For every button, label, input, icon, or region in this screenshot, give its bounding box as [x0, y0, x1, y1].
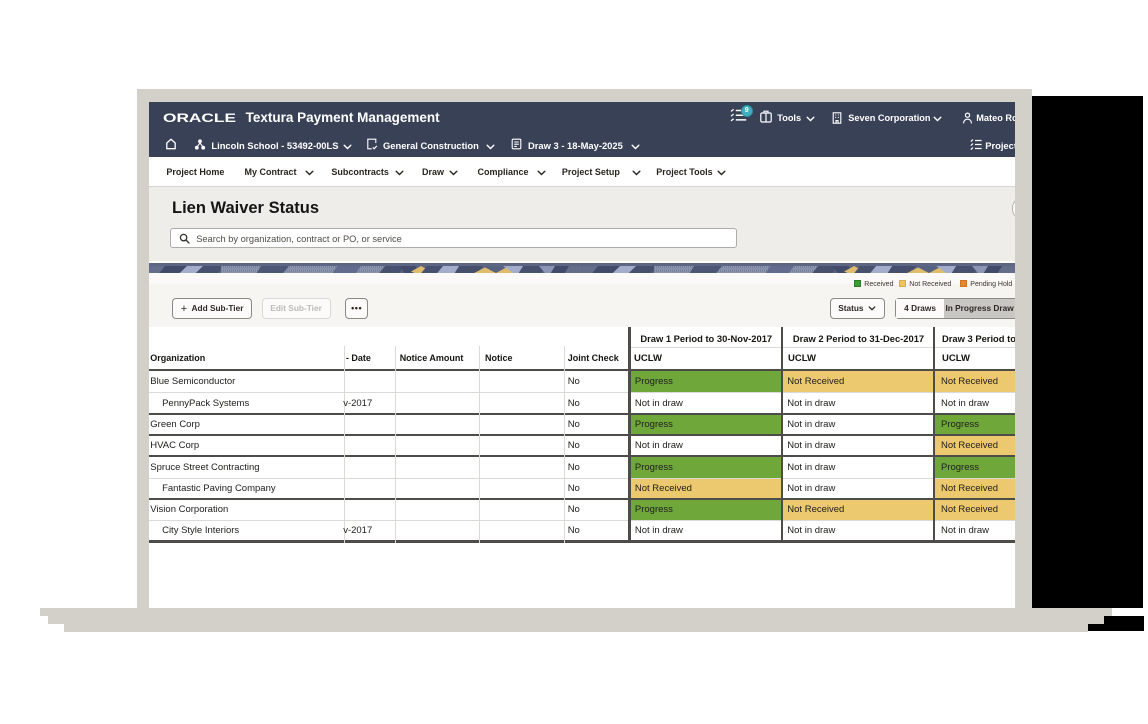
svg-text:ORACLE: ORACLE: [163, 112, 236, 124]
